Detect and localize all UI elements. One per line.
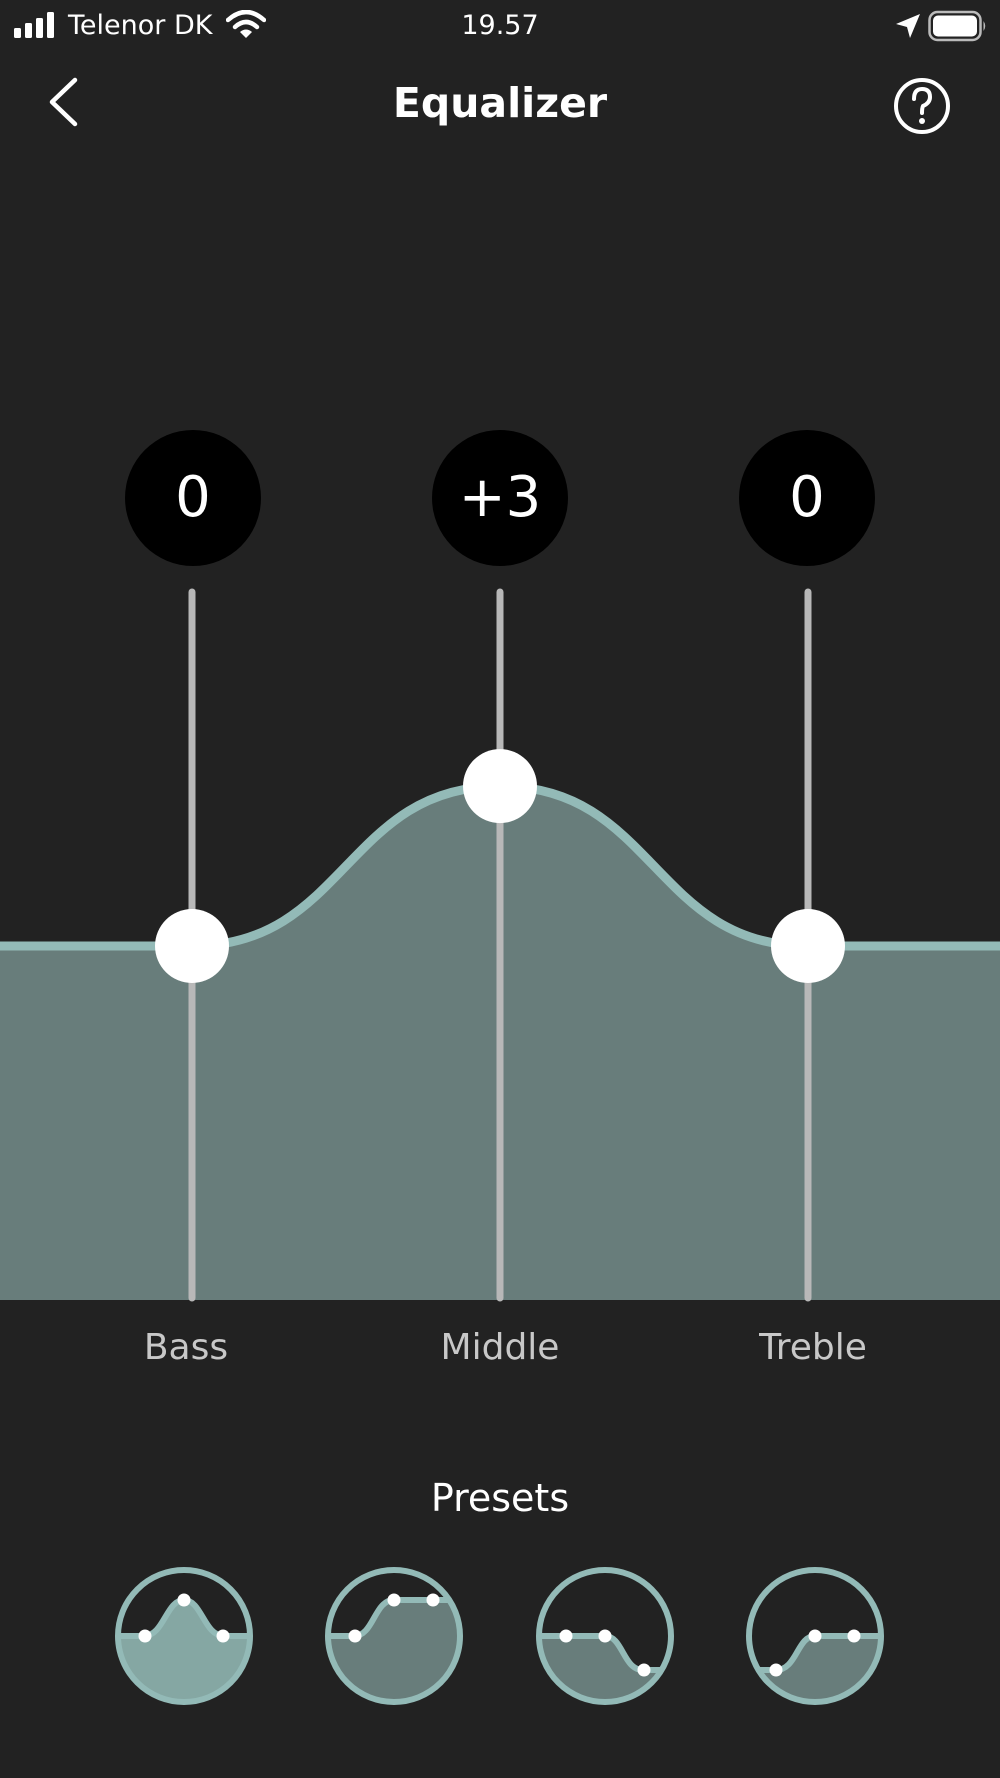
preset-bass-cut-button[interactable] bbox=[745, 1566, 885, 1706]
location-arrow-icon bbox=[896, 14, 920, 38]
treble-slider-knob[interactable] bbox=[771, 909, 845, 983]
preset-treble-boost-icon bbox=[325, 1567, 463, 1705]
preset-middle-boost-icon bbox=[115, 1567, 253, 1705]
presets-title: Presets bbox=[430, 1476, 570, 1520]
preset-treble-cut-button[interactable] bbox=[535, 1566, 675, 1706]
status-time: 19.57 bbox=[461, 10, 539, 41]
preset-treble-cut-icon bbox=[536, 1567, 674, 1705]
treble-value-badge: 0 bbox=[739, 430, 875, 566]
preset-treble-boost-button[interactable] bbox=[324, 1566, 464, 1706]
battery-icon bbox=[928, 10, 986, 42]
middle-value-badge: +3 bbox=[432, 430, 568, 566]
treble-label: Treble bbox=[759, 1327, 867, 1368]
preset-bass-cut-icon bbox=[746, 1567, 884, 1705]
preset-middle-boost-button[interactable] bbox=[114, 1566, 254, 1706]
help-circle-icon bbox=[894, 78, 950, 134]
middle-slider-knob[interactable] bbox=[463, 749, 537, 824]
bass-label: Bass bbox=[143, 1327, 229, 1368]
middle-label: Middle bbox=[440, 1327, 560, 1368]
bass-slider-knob[interactable] bbox=[155, 909, 229, 983]
help-button[interactable] bbox=[884, 68, 960, 144]
status-bar: Telenor DK 19.57 bbox=[0, 0, 1000, 52]
bass-value-badge: 0 bbox=[125, 430, 261, 566]
page-title: Equalizer bbox=[392, 79, 608, 127]
